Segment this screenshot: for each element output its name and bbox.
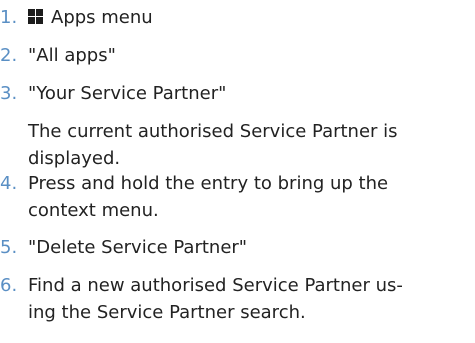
step-number: 6. <box>0 275 18 296</box>
step-text: "All apps" <box>28 45 116 66</box>
step-line: Find a new authorised Service Partner us… <box>28 275 403 296</box>
step-line: ing the Service Partner search. <box>28 302 306 323</box>
step-5: 5. "Delete Service Partner" <box>0 234 469 261</box>
step-number: 1. <box>0 7 18 28</box>
step-number: 4. <box>0 173 18 194</box>
step-content: Press and hold the entry to bring up the… <box>28 170 469 224</box>
step-number: 2. <box>0 45 18 66</box>
step-content: "All apps" <box>28 42 469 69</box>
step-content: "Delete Service Partner" <box>28 234 469 261</box>
step-text: "Delete Service Partner" <box>28 237 248 258</box>
note-line: The current authorised Service Partner i… <box>28 121 398 142</box>
step-content: "Your Service Partner" <box>28 80 469 107</box>
step-line: context menu. <box>28 200 159 221</box>
step-text: "Your Service Partner" <box>28 83 227 104</box>
step-line: Press and hold the entry to bring up the <box>28 173 389 194</box>
note-line: displayed. <box>28 148 121 169</box>
step-3: 3. "Your Service Partner" <box>0 80 469 107</box>
step-content: Apps menu <box>28 4 469 31</box>
step-number: 5. <box>0 237 18 258</box>
step-6: 6. Find a new authorised Service Partner… <box>0 272 469 326</box>
instruction-steps: 1. Apps menu 2. "All apps" 3. "Your Serv… <box>0 0 475 343</box>
step-content: Find a new authorised Service Partner us… <box>28 272 469 326</box>
apps-grid-icon <box>28 9 43 24</box>
step-3-note: The current authorised Service Partner i… <box>28 118 469 172</box>
step-1: 1. Apps menu <box>0 4 469 31</box>
step-4: 4. Press and hold the entry to bring up … <box>0 170 469 224</box>
step-number: 3. <box>0 83 18 104</box>
step-2: 2. "All apps" <box>0 42 469 69</box>
step-text: Apps menu <box>51 7 153 28</box>
